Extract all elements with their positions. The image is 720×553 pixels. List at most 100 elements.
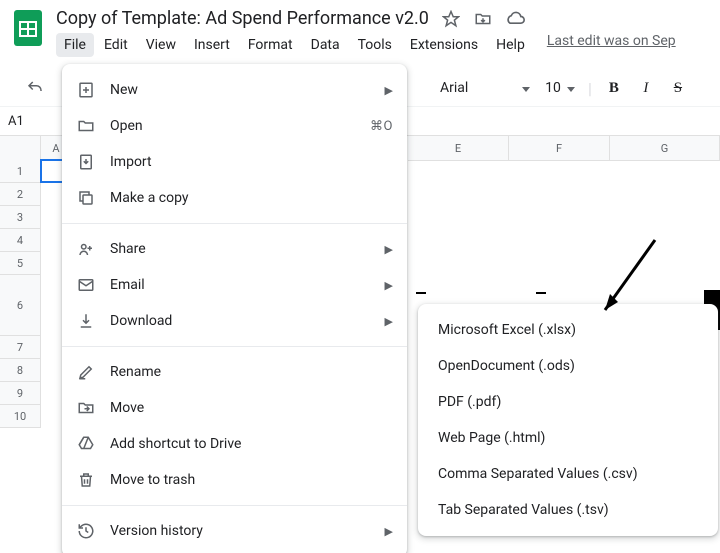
- strikethrough-button[interactable]: S: [664, 74, 692, 102]
- dropdown-caret-icon: [567, 80, 575, 96]
- file-menu-move[interactable]: Move: [62, 390, 407, 426]
- menu-item-label: Email: [110, 277, 371, 293]
- download-tsv[interactable]: Tab Separated Values (.tsv): [418, 492, 718, 528]
- rename-icon: [76, 362, 96, 382]
- menu-data[interactable]: Data: [303, 33, 348, 57]
- file-menu-email[interactable]: Email ▶: [62, 267, 407, 303]
- font-size: 10: [545, 80, 561, 96]
- file-menu-download[interactable]: Download ▶: [62, 303, 407, 339]
- file-menu-new[interactable]: New ▶: [62, 72, 407, 108]
- submenu-label: OpenDocument (.ods): [438, 358, 575, 374]
- sheets-logo[interactable]: [8, 8, 48, 48]
- row-header[interactable]: 4: [0, 229, 40, 252]
- trash-icon: [76, 470, 96, 490]
- submenu-label: Tab Separated Values (.tsv): [438, 502, 609, 518]
- submenu-label: Comma Separated Values (.csv): [438, 466, 638, 482]
- share-icon: [76, 239, 96, 259]
- document-title[interactable]: Copy of Template: Ad Spend Performance v…: [56, 8, 429, 29]
- submenu-label: Web Page (.html): [438, 430, 545, 446]
- submenu-arrow-icon: ▶: [385, 315, 393, 328]
- row-header[interactable]: 6: [0, 275, 40, 336]
- email-icon: [76, 275, 96, 295]
- row-header[interactable]: 5: [0, 252, 40, 275]
- menu-item-label: Rename: [110, 364, 393, 380]
- decoration: [536, 292, 546, 294]
- submenu-arrow-icon: ▶: [385, 279, 393, 292]
- menu-item-label: Version history: [110, 523, 371, 539]
- italic-button[interactable]: I: [632, 74, 660, 102]
- font-name: Arial: [440, 80, 468, 96]
- menu-tools[interactable]: Tools: [350, 33, 400, 57]
- font-select[interactable]: Arial: [430, 76, 536, 100]
- column-header[interactable]: E: [408, 136, 509, 161]
- download-xlsx[interactable]: Microsoft Excel (.xlsx): [418, 312, 718, 348]
- row-headers: 1 2 3 4 5 6 7 8 9 10: [0, 160, 41, 428]
- menu-separator: [62, 346, 407, 347]
- move-folder-icon[interactable]: [473, 9, 493, 29]
- file-menu-add-shortcut[interactable]: Add shortcut to Drive: [62, 426, 407, 462]
- title-row: Copy of Template: Ad Spend Performance v…: [56, 8, 720, 29]
- menu-item-label: Add shortcut to Drive: [110, 436, 393, 452]
- menu-separator: [62, 505, 407, 506]
- download-submenu: Microsoft Excel (.xlsx) OpenDocument (.o…: [418, 304, 718, 536]
- row-header[interactable]: 9: [0, 382, 40, 405]
- row-header[interactable]: 3: [0, 206, 40, 229]
- decoration: [416, 292, 426, 294]
- column-header[interactable]: F: [509, 136, 610, 161]
- menu-bar: File Edit View Insert Format Data Tools …: [56, 33, 720, 57]
- row-header[interactable]: 2: [0, 183, 40, 206]
- download-csv[interactable]: Comma Separated Values (.csv): [418, 456, 718, 492]
- download-pdf[interactable]: PDF (.pdf): [418, 384, 718, 420]
- download-icon: [76, 311, 96, 331]
- font-size-select[interactable]: 10: [540, 76, 580, 100]
- import-icon: [76, 152, 96, 172]
- select-all-corner[interactable]: [0, 136, 41, 161]
- file-menu-share[interactable]: Share ▶: [62, 231, 407, 267]
- menu-insert[interactable]: Insert: [186, 33, 238, 57]
- history-icon: [76, 521, 96, 541]
- row-header[interactable]: 8: [0, 359, 40, 382]
- copy-icon: [76, 188, 96, 208]
- file-menu-import[interactable]: Import: [62, 144, 407, 180]
- undo-button[interactable]: [20, 73, 50, 103]
- bold-button[interactable]: B: [600, 74, 628, 102]
- last-edit-link[interactable]: Last edit was on Sep: [547, 33, 676, 57]
- menu-item-label: New: [110, 82, 371, 98]
- menu-item-label: Move to trash: [110, 472, 393, 488]
- name-box[interactable]: A1: [0, 114, 50, 129]
- drive-shortcut-icon: [76, 434, 96, 454]
- download-html[interactable]: Web Page (.html): [418, 420, 718, 456]
- download-ods[interactable]: OpenDocument (.ods): [418, 348, 718, 384]
- file-menu-version-history[interactable]: Version history ▶: [62, 513, 407, 549]
- row-header[interactable]: 7: [0, 336, 40, 359]
- keyboard-shortcut: ⌘O: [370, 119, 393, 134]
- cloud-status-icon[interactable]: [505, 9, 525, 29]
- menu-item-label: Make a copy: [110, 190, 393, 206]
- file-menu-rename[interactable]: Rename: [62, 354, 407, 390]
- submenu-label: PDF (.pdf): [438, 394, 501, 410]
- dropdown-caret-icon: [522, 80, 530, 96]
- header: Copy of Template: Ad Spend Performance v…: [0, 0, 720, 70]
- submenu-arrow-icon: ▶: [385, 525, 393, 538]
- menu-item-label: Share: [110, 241, 371, 257]
- row-header[interactable]: 10: [0, 405, 40, 428]
- menu-file[interactable]: File: [56, 33, 94, 57]
- new-icon: [76, 80, 96, 100]
- row-header[interactable]: 1: [0, 160, 40, 183]
- menu-item-label: Import: [110, 154, 393, 170]
- menu-extensions[interactable]: Extensions: [402, 33, 486, 57]
- submenu-arrow-icon: ▶: [385, 243, 393, 256]
- menu-view[interactable]: View: [138, 33, 184, 57]
- column-header[interactable]: G: [610, 136, 720, 161]
- file-menu-open[interactable]: Open ⌘O: [62, 108, 407, 144]
- folder-icon: [76, 116, 96, 136]
- menu-item-label: Move: [110, 400, 393, 416]
- menu-help[interactable]: Help: [488, 33, 533, 57]
- menu-item-label: Download: [110, 313, 371, 329]
- file-menu-trash[interactable]: Move to trash: [62, 462, 407, 498]
- menu-edit[interactable]: Edit: [96, 33, 136, 57]
- submenu-label: Microsoft Excel (.xlsx): [438, 322, 576, 338]
- file-menu-make-copy[interactable]: Make a copy: [62, 180, 407, 216]
- menu-format[interactable]: Format: [240, 33, 301, 57]
- star-icon[interactable]: [441, 9, 461, 29]
